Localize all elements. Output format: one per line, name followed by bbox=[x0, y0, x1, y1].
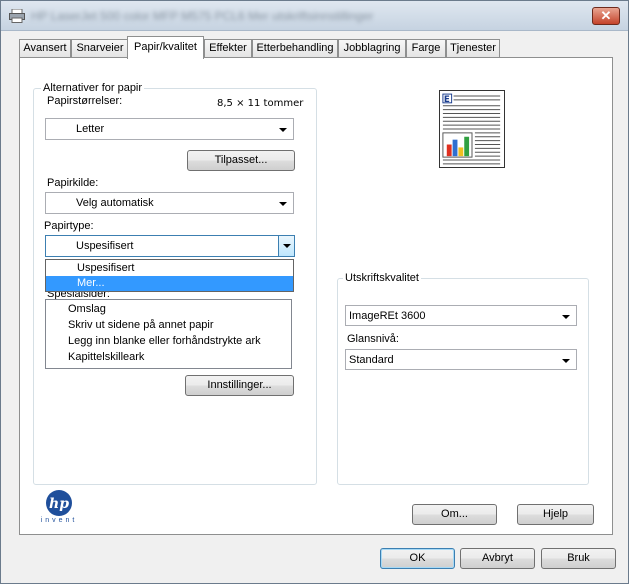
special-pages-list[interactable]: Omslag Skriv ut sidene på annet papir Le… bbox=[45, 299, 292, 369]
tab-avansert[interactable]: Avansert bbox=[19, 39, 71, 58]
chevron-down-icon bbox=[562, 315, 570, 319]
svg-text:E: E bbox=[444, 95, 450, 105]
list-item[interactable]: Skriv ut sidene på annet papir bbox=[68, 319, 214, 331]
paper-type-value: Uspesifisert bbox=[76, 240, 134, 252]
tab-jobblagring[interactable]: Jobblagring bbox=[338, 39, 406, 58]
chevron-down-icon bbox=[279, 128, 287, 132]
paper-size-value: Letter bbox=[76, 123, 105, 135]
paper-source-select[interactable]: Velg automatisk bbox=[45, 192, 294, 214]
chevron-down-icon[interactable] bbox=[278, 236, 294, 256]
tab-etterbehandling[interactable]: Etterbehandling bbox=[252, 39, 338, 58]
hp-logo: hp invent bbox=[35, 489, 83, 524]
paper-size-select[interactable]: Letter bbox=[45, 118, 294, 140]
hp-tagline: invent bbox=[40, 517, 78, 524]
list-item[interactable]: Omslag bbox=[68, 303, 106, 315]
chevron-down-icon bbox=[562, 359, 570, 363]
print-quality-title: Utskriftskvalitet bbox=[343, 272, 421, 284]
paper-options-title: Alternativer for papir bbox=[41, 82, 145, 94]
dropdown-option-mer[interactable]: Mer... bbox=[46, 276, 293, 291]
list-item[interactable]: Legg inn blanke eller forhåndstrykte ark bbox=[68, 335, 261, 347]
help-button[interactable]: Hjelp bbox=[517, 504, 594, 525]
gloss-select[interactable]: Standard bbox=[345, 349, 577, 370]
about-button[interactable]: Om... bbox=[412, 504, 497, 525]
close-button[interactable]: ✕ bbox=[592, 7, 620, 25]
tab-papir-kvalitet[interactable]: Papir/kvalitet bbox=[127, 36, 204, 59]
window-title: HP LaserJet 500 color MFP M575 PCL6 Mer … bbox=[31, 9, 374, 23]
paper-type-dropdown: Uspesifisert Mer... bbox=[45, 259, 294, 292]
tab-tjenester[interactable]: Tjenester bbox=[446, 39, 500, 58]
gloss-value: Standard bbox=[349, 354, 394, 366]
dropdown-option-uspesifisert[interactable]: Uspesifisert bbox=[46, 261, 293, 276]
page-preview-icon: E bbox=[439, 90, 505, 168]
cancel-button[interactable]: Avbryt bbox=[460, 548, 535, 569]
print-quality-value: ImageREt 3600 bbox=[349, 310, 426, 322]
ok-button[interactable]: OK bbox=[380, 548, 455, 569]
custom-size-button[interactable]: Tilpasset... bbox=[187, 150, 295, 171]
print-preferences-window: HP LaserJet 500 color MFP M575 PCL6 Mer … bbox=[0, 0, 629, 584]
paper-source-label: Papirkilde: bbox=[47, 177, 99, 189]
apply-button[interactable]: Bruk bbox=[541, 548, 616, 569]
tab-farge[interactable]: Farge bbox=[406, 39, 446, 58]
hp-mark: hp bbox=[49, 496, 69, 512]
gloss-label: Glansnivå: bbox=[347, 333, 399, 345]
printer-icon bbox=[9, 9, 25, 23]
tab-effekter[interactable]: Effekter bbox=[204, 39, 252, 58]
paper-source-value: Velg automatisk bbox=[76, 197, 154, 209]
title-bar: HP LaserJet 500 color MFP M575 PCL6 Mer … bbox=[1, 1, 628, 31]
list-item[interactable]: Kapittelskilleark bbox=[68, 351, 144, 363]
paper-type-label: Papirtype: bbox=[44, 220, 94, 232]
paper-size-label: Papirstørrelser: bbox=[47, 95, 123, 107]
paper-type-select[interactable]: Uspesifisert bbox=[45, 235, 295, 257]
tab-snarveier[interactable]: Snarveier bbox=[71, 39, 129, 58]
settings-button[interactable]: Innstillinger... bbox=[185, 375, 294, 396]
print-quality-select[interactable]: ImageREt 3600 bbox=[345, 305, 577, 326]
paper-size-dimensions: 8,5 × 11 tommer bbox=[217, 98, 304, 109]
chevron-down-icon bbox=[279, 202, 287, 206]
